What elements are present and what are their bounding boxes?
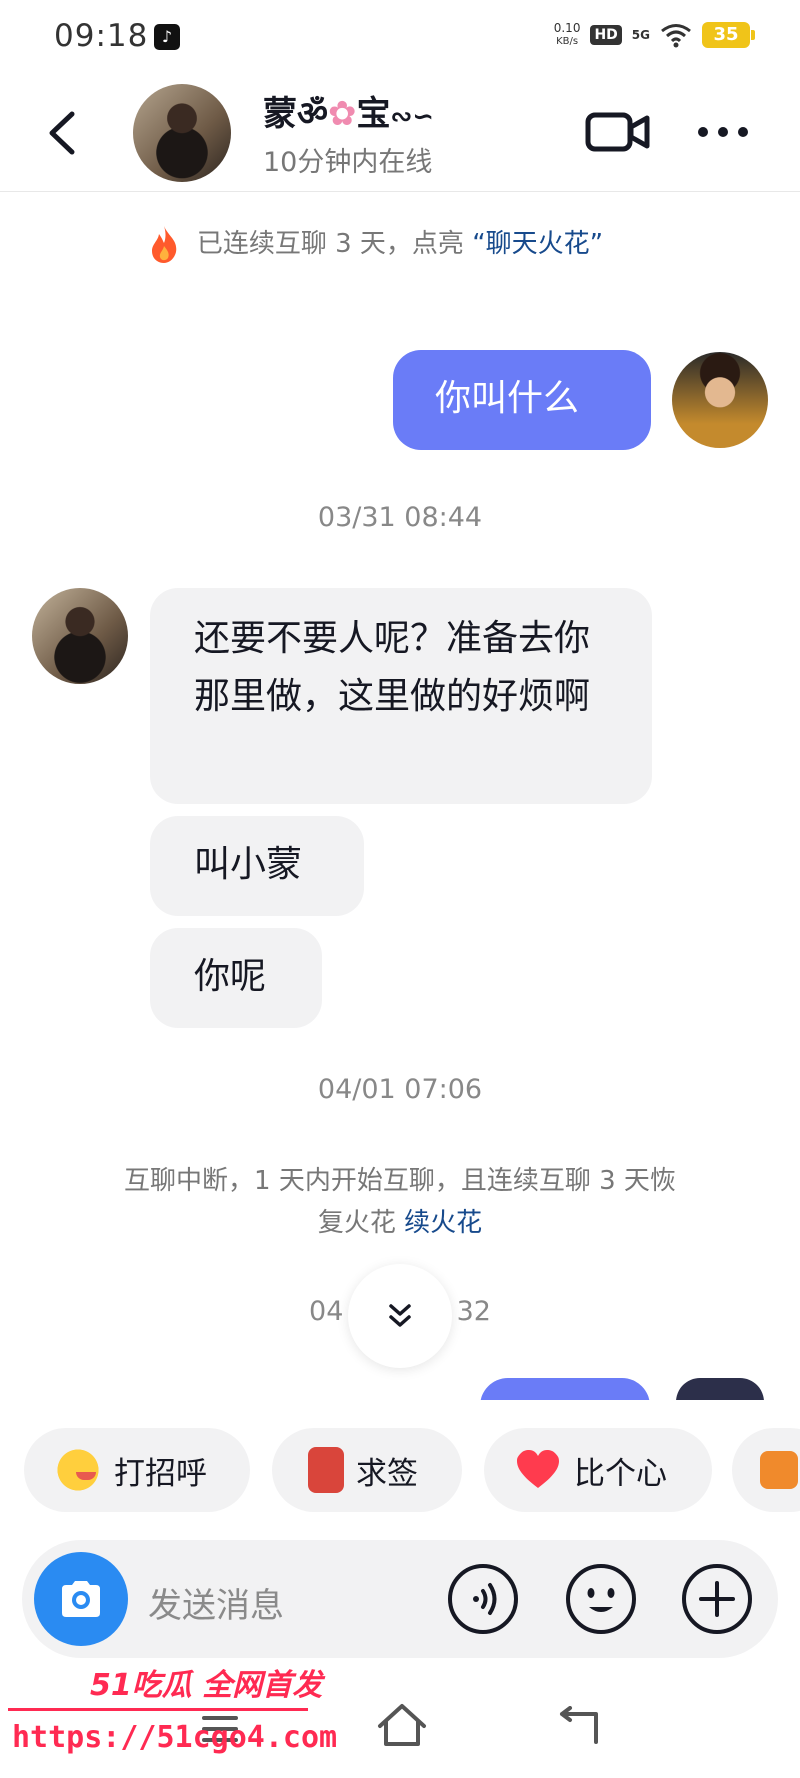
message-timestamp: 03/31 08:44	[317, 502, 483, 533]
contact-message-avatar[interactable]	[32, 588, 128, 684]
chip-label: 求签	[356, 1455, 418, 1492]
emoji-picker-icon[interactable]	[564, 1562, 638, 1636]
spark-interrupted-notice: 互聊中断，1 天内开始互聊，且连续互聊 3 天恢复火花 续火花	[120, 1160, 680, 1244]
status-indicators: 0.10 KB/s HD 5G 35	[554, 22, 755, 48]
net-speed: 0.10 KB/s	[554, 22, 581, 48]
system-notice-text: 互聊中断，1 天内开始互聊，且连续互聊 3 天恢复火花	[124, 1166, 676, 1238]
spark-notice-text: 已连续互聊 3 天，点亮	[196, 229, 473, 259]
message-input[interactable]: 发送消息	[148, 1578, 284, 1627]
incoming-message[interactable]: 你呢	[150, 928, 322, 1028]
partial-timestamp-right: 32	[456, 1296, 491, 1327]
message-input-bar: 发送消息	[22, 1540, 778, 1658]
watermark-divider	[8, 1708, 308, 1711]
watermark: 51吃瓜 全网首发 https://51cgo4.com	[8, 1660, 337, 1770]
quick-reply-fortune[interactable]: 求签	[272, 1428, 462, 1512]
nav-back-icon[interactable]	[556, 1706, 600, 1746]
contact-name-suffix: 宝	[356, 94, 391, 134]
chip-label: 比个心	[574, 1455, 667, 1492]
decor-swirl: ∾∽	[390, 102, 435, 132]
status-time: 09:18	[54, 18, 149, 54]
fortune-sign-icon	[308, 1447, 344, 1493]
online-status: 10分钟内在线	[263, 147, 433, 178]
message-timestamp: 04/01 07:06	[317, 1074, 483, 1105]
chat-header: 蒙ॐ✿宝∾∽ 10分钟内在线	[0, 72, 800, 192]
renew-spark-link[interactable]: 续火花	[404, 1208, 482, 1238]
video-call-icon[interactable]	[585, 110, 651, 154]
incoming-message[interactable]: 还要不要人呢？准备去你那里做，这里做的好烦啊	[150, 588, 652, 804]
net-speed-value: 0.10	[553, 21, 581, 35]
signal-5g-icon: 5G	[631, 28, 650, 42]
contact-avatar[interactable]	[133, 84, 231, 182]
voice-message-icon[interactable]	[446, 1562, 520, 1636]
scroll-to-bottom-button[interactable]	[348, 1264, 452, 1368]
more-options-icon[interactable]	[695, 124, 751, 140]
camera-button[interactable]	[34, 1552, 128, 1646]
chip-label: 打招呼	[114, 1455, 207, 1492]
quick-reply-heart[interactable]: 比个心	[484, 1428, 712, 1512]
camera-icon	[62, 1581, 100, 1617]
back-arrow-icon[interactable]	[44, 110, 80, 156]
partial-timestamp-left: 04	[309, 1296, 344, 1327]
tiktok-notification-icon: ♪	[154, 24, 180, 50]
quick-reply-bar: 打招呼 求签 比个心	[0, 1400, 800, 1540]
net-speed-unit: KB/s	[556, 36, 579, 47]
outgoing-message[interactable]: 你叫什么	[393, 350, 651, 450]
group-photo-icon	[760, 1451, 798, 1489]
status-bar: 09:18 ♪ 0.10 KB/s HD 5G 35	[0, 0, 800, 72]
more-actions-plus-icon[interactable]	[680, 1562, 754, 1636]
double-chevron-down-icon	[389, 1304, 411, 1327]
contact-name[interactable]: 蒙ॐ✿宝∾∽	[263, 86, 434, 135]
incoming-message[interactable]: 叫小蒙	[150, 816, 364, 916]
spark-notice: 已连续互聊 3 天，点亮 “聊天火花”	[130, 222, 670, 266]
watermark-title: 51吃瓜 全网首发	[90, 1668, 323, 1703]
my-avatar-partial	[676, 1378, 764, 1402]
watermark-url: https://51cgo4.com	[12, 1720, 338, 1755]
quick-reply-greet[interactable]: 打招呼	[24, 1428, 250, 1512]
spark-notice-link[interactable]: “聊天火花”	[472, 229, 603, 259]
heart-icon	[517, 1450, 559, 1488]
wifi-icon	[661, 24, 691, 48]
home-icon[interactable]	[376, 1702, 428, 1748]
decor-glyph: ॐ	[297, 94, 329, 134]
my-avatar[interactable]	[672, 352, 768, 448]
hd-badge: HD	[590, 25, 622, 45]
contact-name-prefix: 蒙	[263, 94, 297, 134]
wave-emoji-icon	[54, 1446, 102, 1494]
quick-reply-group[interactable]	[732, 1428, 800, 1512]
battery-icon: 35	[702, 22, 755, 48]
cherry-blossom-icon: ✿	[328, 94, 357, 134]
